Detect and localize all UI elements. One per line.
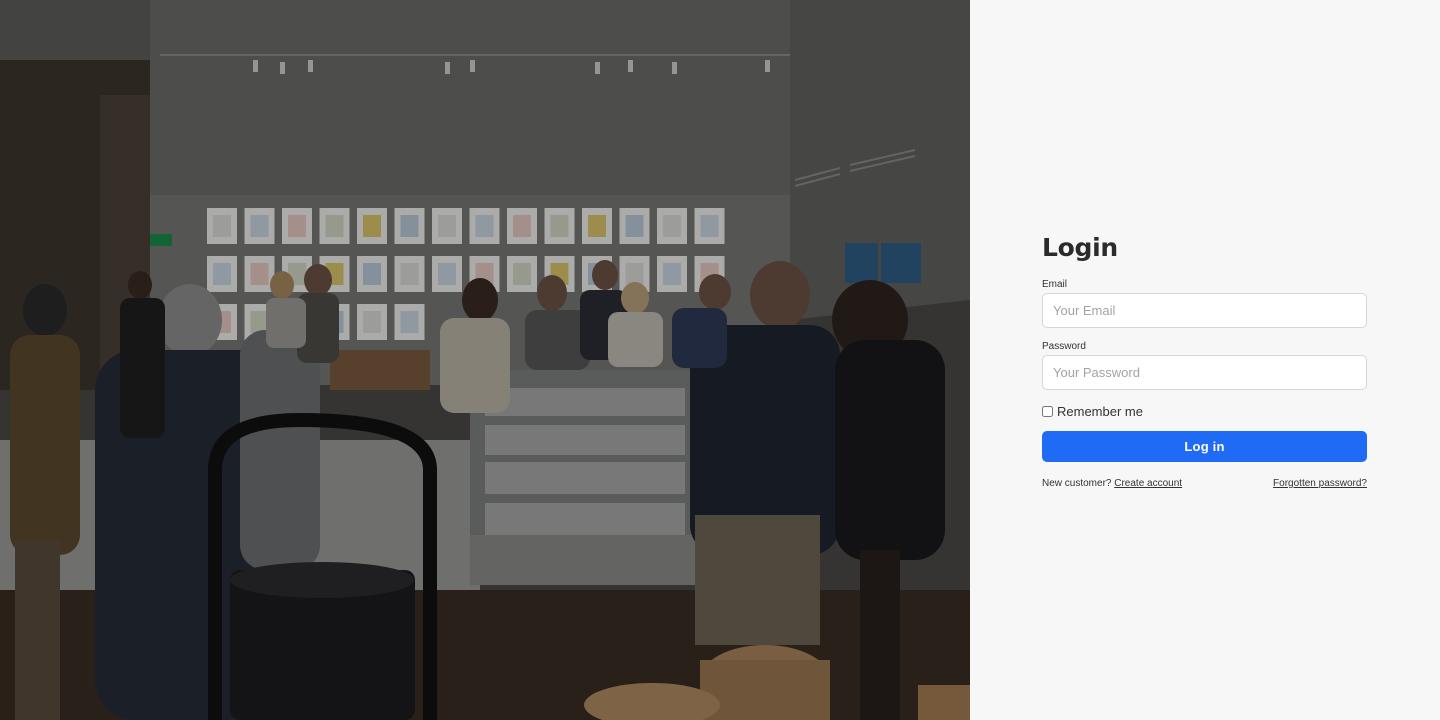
gallery-photo (0, 0, 970, 720)
password-label: Password (1042, 341, 1086, 352)
login-title: Login (1042, 233, 1118, 262)
email-input[interactable] (1042, 293, 1367, 328)
email-label: Email (1042, 279, 1068, 290)
remember-me-checkbox[interactable] (1042, 405, 1053, 417)
forgot-password-link[interactable]: Forgotten password? (1273, 477, 1367, 491)
new-customer-text: New customer? (1042, 478, 1112, 489)
hero-image (0, 0, 970, 720)
new-customer-row: New customer? Create account (1042, 477, 1182, 491)
login-button[interactable]: Log in (1042, 431, 1367, 462)
remember-me-label: Remember me (1057, 403, 1143, 419)
create-account-link[interactable]: Create account (1114, 478, 1182, 489)
password-input[interactable] (1042, 355, 1367, 390)
login-form: Login Email Password Remember me Log in … (1042, 230, 1367, 491)
remember-me-row[interactable]: Remember me (1042, 403, 1367, 419)
login-panel: Login Email Password Remember me Log in … (970, 0, 1440, 720)
login-footer: New customer? Create account Forgotten p… (1042, 477, 1367, 491)
